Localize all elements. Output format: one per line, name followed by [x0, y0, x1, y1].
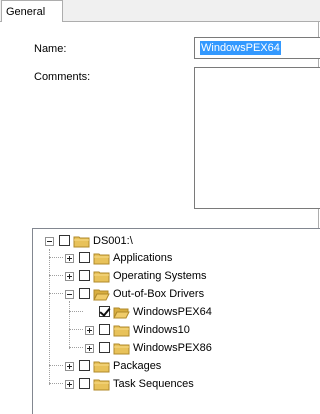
- tree-node-packages[interactable]: Packages: [33, 359, 313, 375]
- folder-icon: [93, 361, 110, 373]
- expand-icon[interactable]: [85, 326, 94, 335]
- collapse-icon[interactable]: [65, 290, 74, 299]
- expand-icon[interactable]: [65, 380, 74, 389]
- name-label: Name:: [34, 43, 67, 55]
- tree-node-windowspex64[interactable]: WindowsPEX64: [33, 305, 313, 321]
- tree-node-applications[interactable]: Applications: [33, 251, 313, 267]
- tree-node-label: Out-of-Box Drivers: [113, 288, 205, 300]
- folder-icon: [93, 271, 110, 283]
- tree-checkbox[interactable]: [79, 252, 90, 263]
- tree-checkbox-checked[interactable]: [99, 306, 110, 317]
- tree-node-label: DS001:\: [93, 235, 133, 247]
- folder-open-icon: [113, 307, 130, 319]
- tree-node-operating-systems[interactable]: Operating Systems: [33, 269, 313, 285]
- folder-icon: [73, 236, 90, 248]
- expand-icon[interactable]: [65, 254, 74, 263]
- tree-checkbox[interactable]: [79, 378, 90, 389]
- name-field[interactable]: WindowsPEX64: [194, 37, 320, 59]
- tree-checkbox[interactable]: [79, 360, 90, 371]
- tree-node-label: Windows10: [133, 324, 190, 336]
- expand-icon[interactable]: [85, 344, 94, 353]
- tree-node-out-of-box-drivers[interactable]: Out-of-Box Drivers: [33, 287, 313, 303]
- folder-tree[interactable]: DS001:\ Applications Operating Systems O…: [32, 228, 320, 414]
- name-field-value: WindowsPEX64: [200, 41, 281, 55]
- tree-node-label: Applications: [113, 252, 173, 264]
- comments-field[interactable]: [194, 67, 320, 209]
- comments-label: Comments:: [34, 71, 91, 83]
- folder-icon: [93, 253, 110, 265]
- expand-icon[interactable]: [65, 272, 74, 281]
- tree-node-windows10[interactable]: Windows10: [33, 323, 313, 339]
- tree-checkbox[interactable]: [99, 324, 110, 335]
- tree-node-root[interactable]: DS001:\: [33, 234, 313, 250]
- tree-node-label: Operating Systems: [113, 270, 207, 282]
- tab-general[interactable]: General: [1, 0, 63, 23]
- tree-node-label: WindowsPEX86: [133, 342, 212, 354]
- tree-node-label: Packages: [113, 360, 162, 372]
- tree-node-task-sequences[interactable]: Task Sequences: [33, 377, 313, 393]
- tree-node-label: WindowsPEX64: [133, 306, 212, 318]
- tree-checkbox[interactable]: [79, 270, 90, 281]
- tree-checkbox[interactable]: [99, 342, 110, 353]
- folder-icon: [113, 325, 130, 337]
- tree-node-windowspex86[interactable]: WindowsPEX86: [33, 341, 313, 357]
- tree-checkbox[interactable]: [79, 288, 90, 299]
- tree-checkbox[interactable]: [59, 235, 70, 246]
- folder-icon: [93, 379, 110, 391]
- folder-open-icon: [93, 289, 110, 301]
- collapse-icon[interactable]: [45, 237, 54, 246]
- expand-icon[interactable]: [65, 362, 74, 371]
- folder-icon: [113, 343, 130, 355]
- tree-node-label: Task Sequences: [113, 378, 194, 390]
- tab-strip: General: [0, 0, 320, 23]
